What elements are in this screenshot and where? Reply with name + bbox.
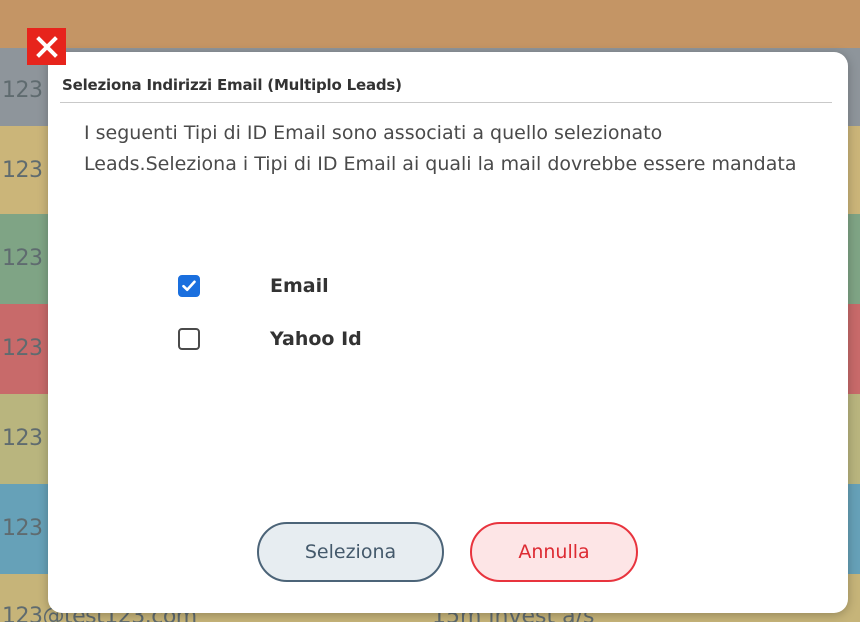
close-icon bbox=[35, 35, 58, 58]
page: 123 123 123 123 123 123 123@test123.com … bbox=[0, 0, 860, 622]
dialog-title: Seleziona Indirizzi Email (Multiplo Lead… bbox=[62, 76, 402, 94]
email-select-dialog: Seleziona Indirizzi Email (Multiplo Lead… bbox=[48, 52, 848, 613]
select-button[interactable]: Seleziona bbox=[257, 522, 444, 582]
row-email: 123 bbox=[2, 78, 43, 103]
option-email[interactable]: Email bbox=[178, 271, 329, 301]
yahoo-id-checkbox[interactable] bbox=[178, 328, 200, 350]
row-email: 123 bbox=[2, 336, 43, 361]
yahoo-id-option-label: Yahoo Id bbox=[270, 328, 362, 350]
checkmark-icon bbox=[182, 280, 196, 292]
row-email: 123 bbox=[2, 246, 43, 271]
email-option-label: Email bbox=[270, 275, 329, 297]
close-button[interactable] bbox=[27, 28, 66, 65]
title-divider bbox=[60, 102, 832, 103]
row-email: 123 bbox=[2, 426, 43, 451]
row-email: 123 bbox=[2, 158, 43, 183]
option-yahoo-id[interactable]: Yahoo Id bbox=[178, 324, 362, 354]
email-checkbox[interactable] bbox=[178, 275, 200, 297]
dialog-description: I seguenti Tipi di ID Email sono associa… bbox=[84, 122, 797, 175]
cancel-button[interactable]: Annulla bbox=[470, 522, 638, 582]
bg-row bbox=[0, 0, 860, 48]
row-email: 123 bbox=[2, 516, 43, 541]
